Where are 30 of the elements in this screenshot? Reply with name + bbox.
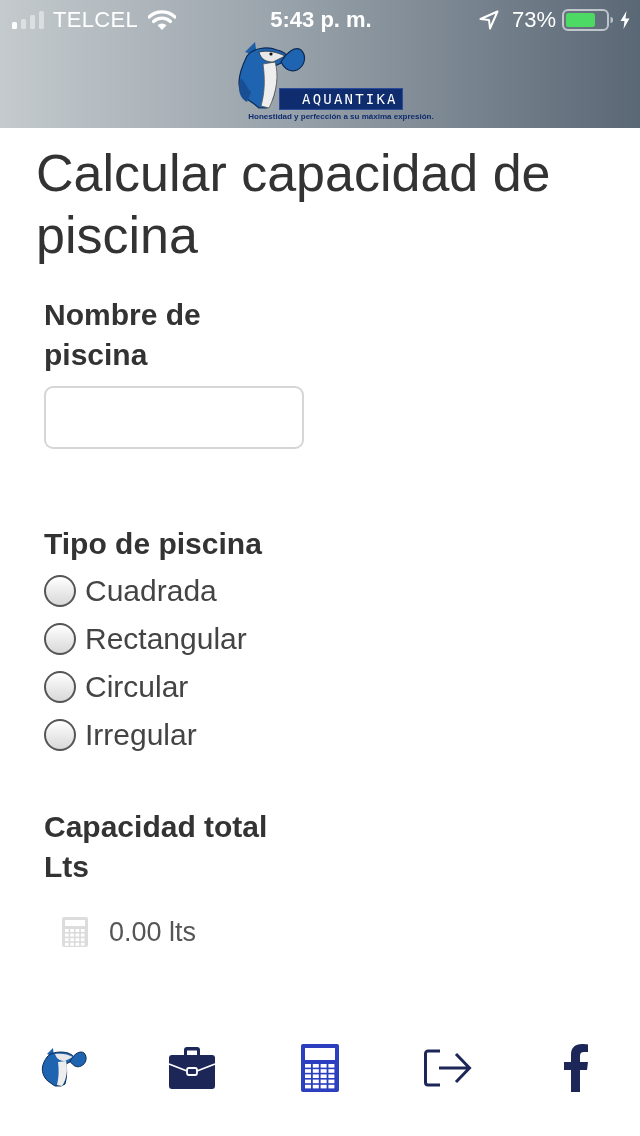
radio-button[interactable] <box>44 719 76 751</box>
logo-tagline: Honestidad y perfección a su máxima expresión. <box>247 112 435 122</box>
carrier-name: TELCEL <box>53 7 138 33</box>
facebook-icon[interactable] <box>564 1044 588 1092</box>
option-label: Rectangular <box>85 622 247 656</box>
page-title: Calcular capacidad de piscina <box>36 143 552 266</box>
logo-wordmark: AQUANTIKA <box>279 88 403 110</box>
wifi-icon <box>147 10 176 30</box>
battery-percent: 73% <box>511 7 556 33</box>
calculator-icon[interactable] <box>301 1044 339 1092</box>
option-label: Cuadrada <box>85 574 217 608</box>
battery-icon <box>562 9 614 31</box>
field-label: Tipo de piscina <box>44 526 263 562</box>
option-label: Circular <box>85 670 189 704</box>
option-label: Irregular <box>85 718 197 752</box>
capacity-value: 0.00 lts <box>109 916 197 948</box>
charging-bolt-icon <box>620 11 630 29</box>
radio-button[interactable] <box>44 623 76 655</box>
briefcase-icon[interactable] <box>168 1047 216 1089</box>
signal-icon <box>12 11 44 29</box>
shark-mascot-icon[interactable] <box>41 1048 87 1088</box>
field-label: Nombre de piscina <box>44 297 202 373</box>
radio-button[interactable] <box>44 671 76 703</box>
calculator-icon <box>62 917 88 947</box>
location-arrow-icon <box>478 10 499 30</box>
clock-time: 5:43 p. m. <box>270 7 372 33</box>
radio-button[interactable] <box>44 575 76 607</box>
field-label: Capacidad total Lts <box>44 809 269 885</box>
logout-icon[interactable] <box>424 1049 472 1087</box>
input-field[interactable] <box>44 386 304 449</box>
